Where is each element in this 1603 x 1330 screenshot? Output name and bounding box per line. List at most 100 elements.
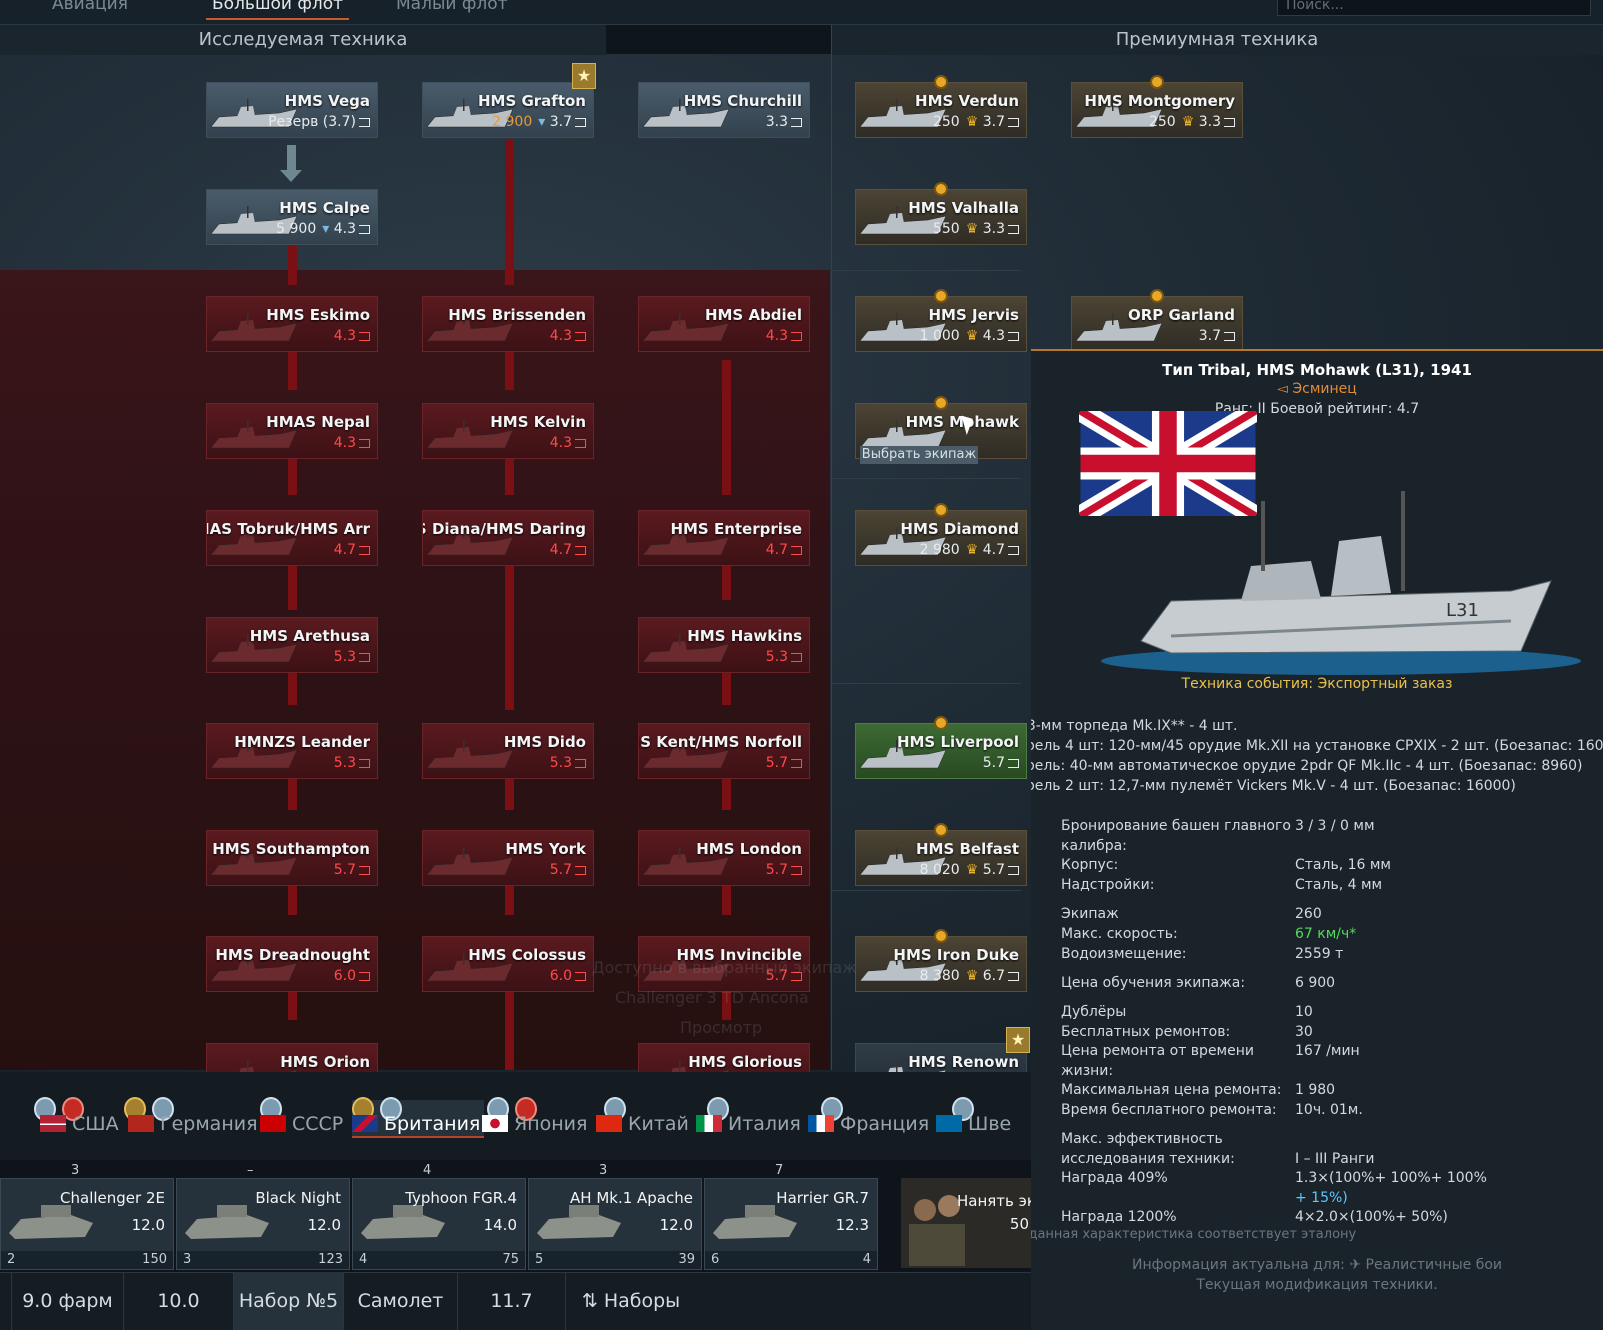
vehicle-card[interactable]: HMS Diamond 2 980 ♛ 4.7 — [855, 510, 1027, 566]
vehicle-cost: 8 020 — [919, 862, 960, 878]
battle-rating: 5.3 — [549, 755, 572, 771]
battle-rating: 4.3 — [765, 328, 788, 344]
vehicle-card[interactable]: HMS London 5.7 — [638, 830, 810, 886]
vehicle-card[interactable]: HMS Belfast 8 020 ♛ 5.7 — [855, 830, 1027, 886]
vehicle-card[interactable]: HMS Abdiel 4.3 — [638, 296, 810, 352]
vehicle-name: HMS Vega — [284, 92, 370, 110]
search-input[interactable]: Поиск... — [1277, 0, 1591, 16]
svg-text:L31: L31 — [1446, 600, 1479, 621]
vehicle-card[interactable]: HMAS Tobruk/HMS Arr 4.7 — [206, 510, 378, 566]
vehicle-card[interactable]: ORP Garland 3.7 — [1071, 296, 1243, 352]
crew-slot-footer: 5 39 — [529, 1251, 701, 1269]
vehicle-card[interactable]: HMS Arethusa 5.3 — [206, 617, 378, 673]
hire-cost: 50 — [1009, 1215, 1029, 1233]
premium-medal-icon — [934, 929, 948, 943]
ship-thumbnail-image — [426, 740, 514, 769]
preset-button[interactable]: 11.7 — [458, 1272, 566, 1330]
vehicle-card[interactable]: HMS Kelvin 4.3 — [422, 403, 594, 459]
stat-value: 10ч. 01м. — [1295, 1102, 1363, 1118]
preset-button-active[interactable]: Набор №5 — [234, 1272, 344, 1330]
vehicle-card[interactable]: HMS Dreadnought 6.0 — [206, 936, 378, 992]
vehicle-card[interactable]: HMS Churchill 3.3 — [638, 82, 810, 138]
premium-medal-icon — [934, 182, 948, 196]
golden-eagle-icon: ♛ — [965, 114, 983, 130]
vehicle-card[interactable]: HMS Southampton 5.7 — [206, 830, 378, 886]
crew-slot[interactable]: 3 Challenger 2E 12.0 2 150 — [0, 1163, 174, 1270]
crew-slot[interactable]: 3 AH Mk.1 Apache 12.0 5 39 — [528, 1163, 702, 1270]
vehicle-card[interactable]: HMS Montgomery 250 ♛ 3.3 — [1071, 82, 1243, 138]
tab-aviation[interactable]: Авиация — [52, 0, 128, 14]
vehicle-name: HMS Montgomery — [1084, 92, 1235, 110]
nation-flag-icon — [482, 1115, 508, 1132]
nation-flag-icon — [260, 1115, 286, 1132]
vehicle-rating-row: 4.3 — [550, 328, 586, 344]
crew-skill-points: 123 — [318, 1252, 343, 1267]
premium-medal-icon — [934, 75, 948, 89]
nation-tab[interactable]: Германия — [128, 1113, 258, 1135]
vehicle-card[interactable]: HMS Jervis 1 000 ♛ 4.3 — [855, 296, 1027, 352]
tab-coastal-fleet[interactable]: Малый флот — [396, 0, 508, 14]
destroyer-class-icon — [359, 652, 370, 662]
vehicle-card[interactable]: HMS Vega Резерв (3.7) — [206, 82, 378, 138]
nation-tab[interactable]: Китай — [596, 1113, 689, 1135]
tab-bluewater-fleet[interactable]: Большой флот — [206, 0, 350, 20]
vehicle-card[interactable]: HMS Grafton 2 900 ▾ 3.7 — [422, 82, 594, 138]
stat-label: Экипаж — [1061, 906, 1119, 922]
nation-tab[interactable]: Франция — [808, 1113, 929, 1135]
vehicle-card[interactable]: HMS Diana/HMS Daring 4.7 — [422, 510, 594, 566]
stat-label: Время бесплатного ремонта: — [1061, 1102, 1277, 1118]
vehicle-card[interactable]: HMS Hawkins 5.3 — [638, 617, 810, 673]
nation-tab[interactable]: США — [40, 1113, 119, 1135]
vehicle-name: HMS York — [505, 840, 586, 858]
vehicle-cost: 5 900 — [276, 221, 317, 237]
preset-button[interactable]: 10.0 — [124, 1272, 234, 1330]
nation-tab[interactable]: Британия — [352, 1113, 480, 1135]
vehicle-cost: 2 980 — [919, 542, 960, 558]
preset-button[interactable]: 9.0 фарм — [12, 1272, 124, 1330]
battle-rating: 3.3 — [982, 221, 1005, 237]
vehicle-rating-row: 4.3 — [766, 328, 802, 344]
vehicle-name: HMS Diana/HMS Daring — [423, 520, 586, 538]
nation-tab[interactable]: Италия — [696, 1113, 801, 1135]
nation-tab[interactable]: СССР — [260, 1113, 343, 1135]
crew-slot-footer: 64 — [705, 1251, 877, 1269]
stat-value: 167 /мин — [1295, 1043, 1360, 1059]
vehicle-card[interactable]: HMS York 5.7 — [422, 830, 594, 886]
tree-connector — [288, 560, 297, 610]
crew-slot[interactable]: 7 Harrier GR.7 12.3 6 4 — [704, 1163, 878, 1270]
nation-flag-icon — [696, 1115, 722, 1132]
golden-eagle-icon: ♛ — [965, 968, 983, 984]
destroyer-class-icon — [791, 117, 802, 127]
nation-tab[interactable]: Шве — [936, 1113, 1011, 1135]
vehicle-name: HMS London — [696, 840, 802, 858]
crew-slot[interactable]: 4 Typhoon FGR.4 14.0 4 75 — [352, 1163, 526, 1270]
vehicle-rating-row: Резерв (3.7) — [268, 114, 370, 130]
golden-eagle-icon: ♛ — [965, 542, 983, 558]
vehicle-card[interactable]: HMS Iron Duke 8 380 ♛ 6.7 — [855, 936, 1027, 992]
vehicle-rating-row: 5.7 — [334, 862, 370, 878]
preset-button[interactable]: Самолет — [344, 1272, 458, 1330]
crew-slot[interactable]: – Black Night 12.0 3 123 — [176, 1163, 350, 1270]
crew-number: 6 — [711, 1252, 720, 1267]
vehicle-rating-row: 4.7 — [766, 542, 802, 558]
vehicle-card[interactable]: HMS Verdun 250 ♛ 3.7 — [855, 82, 1027, 138]
stat-label: Водоизмещение: — [1061, 946, 1187, 962]
golden-eagle-icon: ♛ — [1181, 114, 1199, 130]
vehicle-card[interactable]: HMAS Nepal 4.3 — [206, 403, 378, 459]
vehicle-card[interactable]: HMS Brissenden 4.3 — [422, 296, 594, 352]
select-crew-button[interactable]: Выбрать экипаж — [860, 446, 978, 464]
nation-tab[interactable]: Япония — [482, 1113, 587, 1135]
vehicle-card[interactable]: HMS Dido 5.3 — [422, 723, 594, 779]
vehicle-card[interactable]: HMS Kent/HMS Norfoll 5.7 — [638, 723, 810, 779]
vehicle-card[interactable]: HMS Colossus 6.0 — [422, 936, 594, 992]
vehicle-card[interactable]: HMS Liverpool 5.7 — [855, 723, 1027, 779]
presets-menu-button[interactable]: ⇅ Наборы — [566, 1272, 696, 1330]
vehicle-card[interactable]: HMS Enterprise 4.7 — [638, 510, 810, 566]
vehicle-card[interactable]: HMNZS Leander 5.3 — [206, 723, 378, 779]
stat-value: 4×2.0×(100%+ 50%) — [1295, 1209, 1448, 1225]
premium-medal-icon — [934, 396, 948, 410]
vehicle-card[interactable]: HMS Calpe 5 900 ▾ 4.3 — [206, 189, 378, 245]
vehicle-card[interactable]: HMS Eskimo 4.3 — [206, 296, 378, 352]
hire-crew-slot[interactable]: Нанять экипаж 50 — [901, 1178, 1031, 1268]
vehicle-card[interactable]: HMS Valhalla 550 ♛ 3.3 — [855, 189, 1027, 245]
